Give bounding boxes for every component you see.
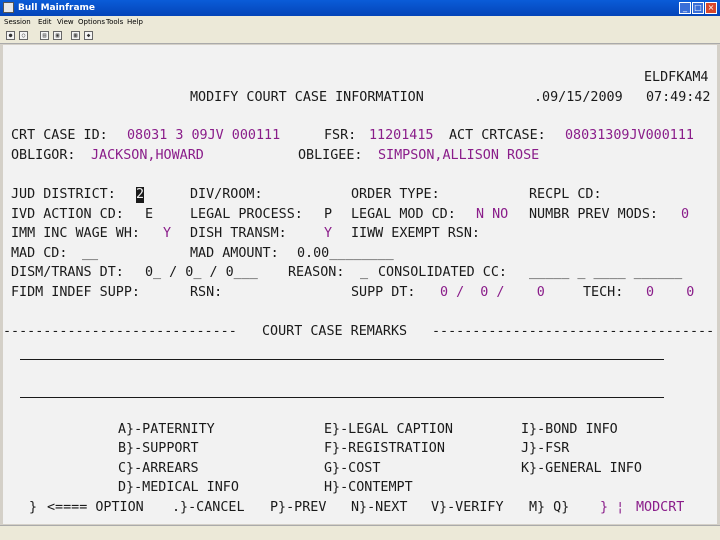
option-support[interactable]: B}-SUPPORT — [118, 441, 199, 457]
connect-icon[interactable]: ● — [6, 31, 15, 40]
mad-cd-label: MAD CD: — [11, 246, 68, 261]
obligee-label: OBLIGEE: — [298, 148, 363, 163]
iiww-exempt-rsn-label: IIWW EXEMPT RSN: — [351, 226, 480, 241]
cancel-key[interactable]: .}-CANCEL — [172, 500, 245, 516]
ivd-action-cd-field[interactable]: E — [145, 207, 153, 223]
menu-session[interactable]: Session — [4, 16, 31, 28]
tech-field[interactable]: 0 0 — [646, 285, 694, 301]
option-bond-info[interactable]: I}-BOND INFO — [521, 422, 618, 438]
mad-amount-label: MAD AMOUNT: — [190, 246, 279, 261]
close-button[interactable]: × — [705, 2, 717, 14]
menu-tools[interactable]: Tools — [106, 16, 123, 28]
option-general-info[interactable]: K}-GENERAL INFO — [521, 461, 642, 477]
print-icon[interactable]: ▤ — [40, 31, 49, 40]
consolidated-cc-field[interactable]: _____ _ ____ ______ — [529, 265, 682, 281]
menu-edit[interactable]: Edit — [38, 16, 52, 28]
dism-trans-dt-field[interactable]: 0_ / 0_ / 0___ — [145, 265, 258, 281]
fsr-label: FSR: — [324, 128, 357, 143]
option-fsr[interactable]: J}-FSR — [521, 441, 569, 457]
settings-icon[interactable]: ◆ — [84, 31, 93, 40]
remarks-label: COURT CASE REMARKS — [262, 324, 408, 339]
crt-case-id-label: CRT CASE ID: — [11, 128, 108, 143]
rsn-label: RSN: — [190, 285, 223, 300]
jud-district-label: JUD DISTRICT: — [11, 187, 116, 202]
order-type-label: ORDER TYPE: — [351, 187, 440, 202]
consolidated-cc-label: CONSOLIDATED CC: — [378, 265, 507, 280]
screen-code: MODCRT — [636, 500, 685, 515]
remarks-line-1[interactable] — [20, 359, 664, 360]
recpl-cd-label: RECPL CD: — [529, 187, 602, 202]
div-room-label: DIV/ROOM: — [190, 187, 263, 202]
minimize-button[interactable]: _ — [679, 2, 691, 14]
obligor-field[interactable]: JACKSON,HOWARD — [91, 148, 204, 164]
menu-help[interactable]: Help — [127, 16, 143, 28]
current-time: 07:49:42 — [646, 90, 711, 105]
disconnect-icon[interactable]: ○ — [19, 31, 28, 40]
dish-transm-field[interactable]: Y — [324, 226, 332, 242]
mad-amount-field[interactable]: 0.00________ — [297, 246, 394, 262]
fsr-field[interactable]: 11201415 — [369, 128, 434, 144]
option-contempt[interactable]: H}-CONTEMPT — [324, 480, 413, 496]
legal-mod-cd-field[interactable]: N NO — [476, 207, 508, 223]
menu-view[interactable]: View — [57, 16, 74, 28]
remarks-divider-right: ----------------------------------- — [432, 324, 715, 339]
maximize-button[interactable]: □ — [692, 2, 704, 14]
terminal-id: ELDFKAM4 — [644, 70, 709, 85]
reason-field[interactable]: _ — [360, 265, 368, 281]
supp-dt-label: SUPP DT: — [351, 285, 416, 300]
option-medical-info[interactable]: D}-MEDICAL INFO — [118, 480, 239, 496]
numbr-prev-mods-label: NUMBR PREV MODS: — [529, 207, 658, 222]
legal-mod-cd-label: LEGAL MOD CD: — [351, 207, 456, 222]
tech-label: TECH: — [583, 285, 624, 300]
obligor-label: OBLIGOR: — [11, 148, 76, 163]
imm-inc-wage-wh-label: IMM INC WAGE WH: — [11, 226, 140, 241]
option-arrears[interactable]: C}-ARREARS — [118, 461, 199, 477]
mad-cd-field[interactable]: __ — [82, 246, 98, 262]
legal-process-field[interactable]: P — [324, 207, 332, 223]
jud-district-field[interactable]: 2 — [136, 187, 145, 203]
toolbar: ● ○ ▤ ▣ ▦ ◆ — [0, 28, 720, 44]
crt-case-id-field[interactable]: 08031 3 09JV 000111 — [127, 128, 280, 144]
verify-key[interactable]: V}-VERIFY — [431, 500, 504, 516]
legal-process-label: LEGAL PROCESS: — [190, 207, 303, 222]
imm-inc-wage-wh-field[interactable]: Y — [163, 226, 171, 242]
app-icon — [3, 2, 14, 13]
option-prompt-label: <==== OPTION — [47, 500, 144, 515]
numbr-prev-mods-field[interactable]: 0 — [681, 207, 689, 223]
terminal-screen[interactable]: ELDFKAM4 MODIFY COURT CASE INFORMATION .… — [3, 45, 717, 524]
current-date: .09/15/2009 — [534, 90, 623, 105]
dism-trans-dt-label: DISM/TRANS DT: — [11, 265, 124, 280]
ivd-action-cd-label: IVD ACTION CD: — [11, 207, 124, 222]
menubar: Session Edit View Options Tools Help — [0, 16, 720, 28]
window-titlebar: Bull Mainframe _ □ × — [0, 0, 720, 16]
remarks-line-2[interactable] — [20, 397, 664, 398]
act-crtcase-field[interactable]: 08031309JV000111 — [565, 128, 694, 144]
option-input-field[interactable]: } — [29, 500, 37, 516]
paste-icon[interactable]: ▦ — [71, 31, 80, 40]
status-bar — [0, 525, 720, 540]
option-paternity[interactable]: A}-PATERNITY — [118, 422, 215, 438]
prev-key[interactable]: P}-PREV — [270, 500, 326, 516]
fidm-indef-supp-label: FIDM INDEF SUPP: — [11, 285, 140, 300]
option-legal-caption[interactable]: E}-LEGAL CAPTION — [324, 422, 453, 438]
remarks-divider-left: ----------------------------- — [3, 324, 237, 339]
window-title: Bull Mainframe — [18, 3, 96, 13]
obligee-field[interactable]: SIMPSON,ALLISON ROSE — [378, 148, 539, 164]
right-markers: } ¦ — [600, 500, 625, 515]
menu-options[interactable]: Options — [78, 16, 105, 28]
act-crtcase-label: ACT CRTCASE: — [449, 128, 546, 143]
copy-icon[interactable]: ▣ — [53, 31, 62, 40]
reason-label: REASON: — [288, 265, 345, 280]
mq-keys[interactable]: M} Q} — [529, 500, 569, 516]
supp-dt-field[interactable]: 0 / 0 / 0 — [440, 285, 545, 301]
option-registration[interactable]: F}-REGISTRATION — [324, 441, 445, 457]
screen-title: MODIFY COURT CASE INFORMATION — [190, 90, 424, 105]
option-cost[interactable]: G}-COST — [324, 461, 380, 477]
next-key[interactable]: N}-NEXT — [351, 500, 407, 516]
dish-transm-label: DISH TRANSM: — [190, 226, 287, 241]
